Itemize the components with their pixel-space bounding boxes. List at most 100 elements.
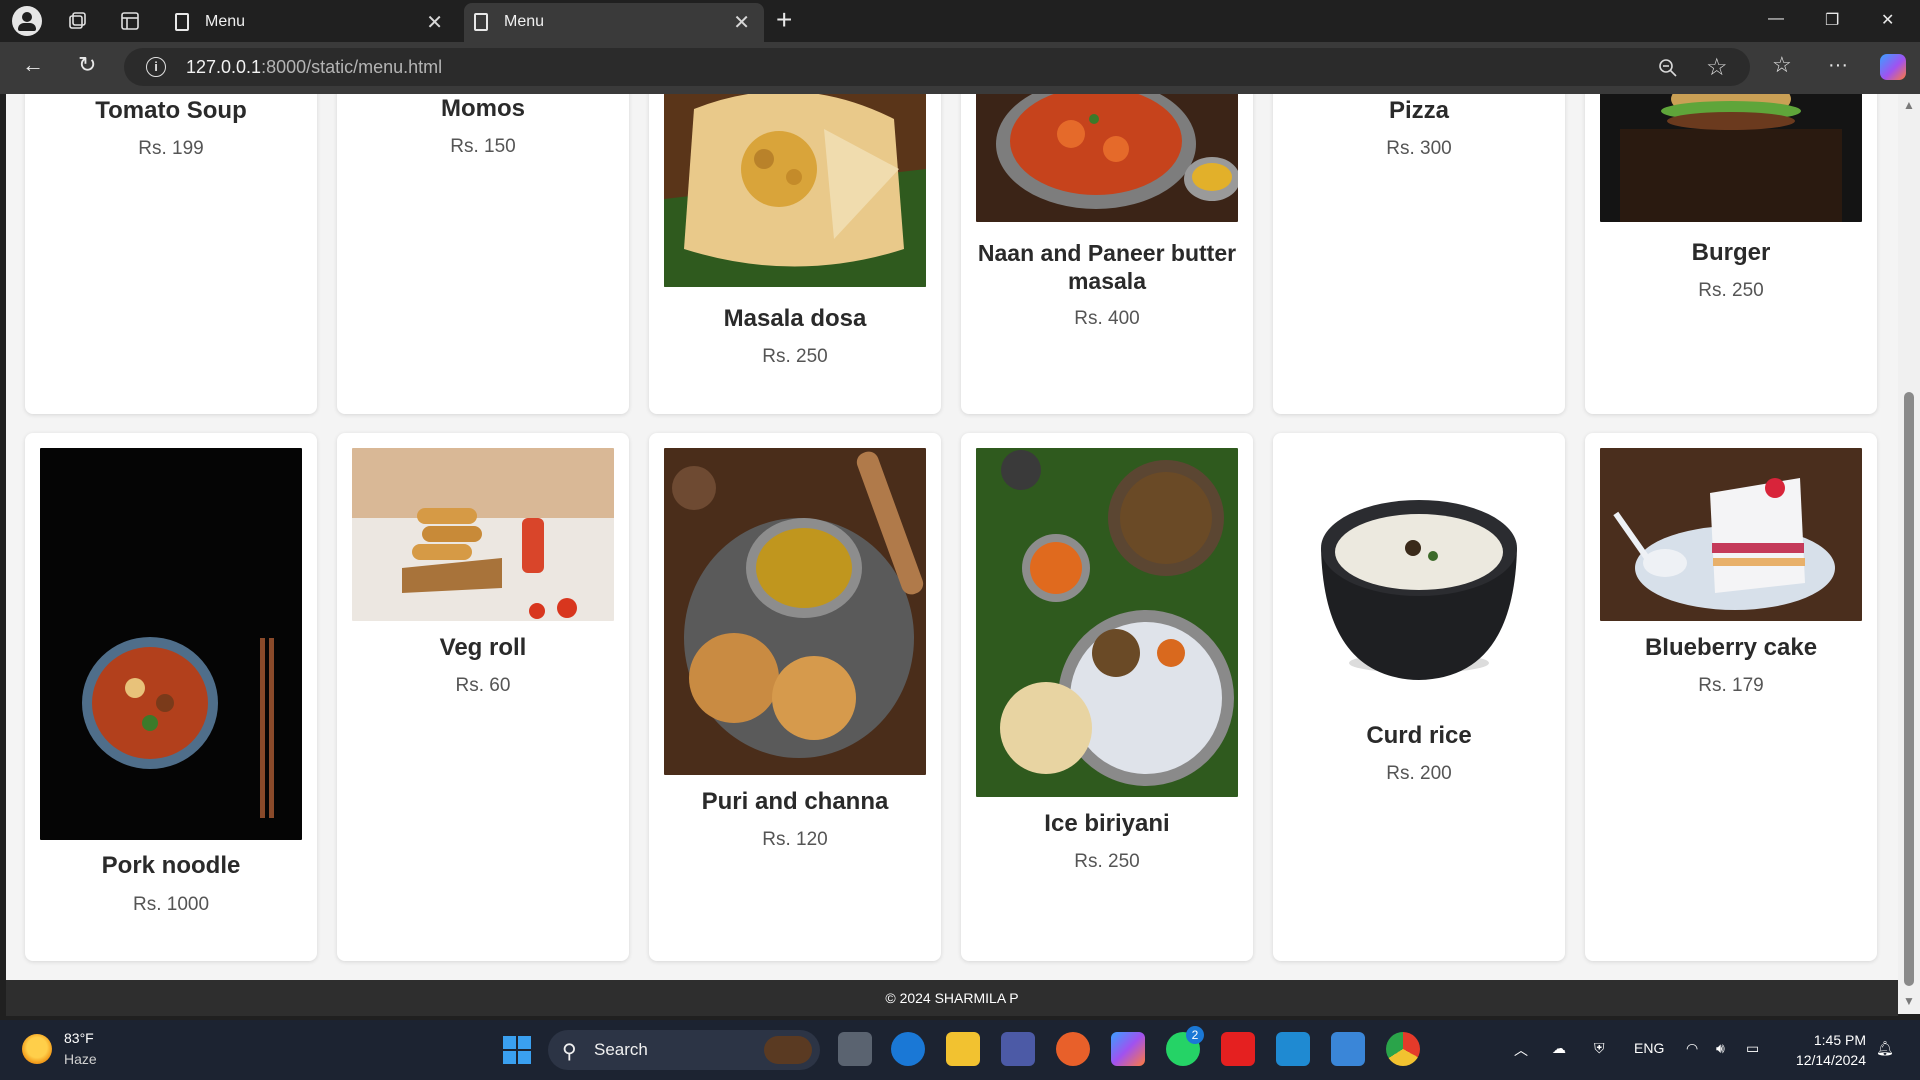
url-text[interactable]: 127.0.0.1:8000/static/menu.html xyxy=(186,57,442,78)
close-tab-icon[interactable]: ✕ xyxy=(733,10,750,35)
address-bar[interactable]: i 127.0.0.1:8000/static/menu.html ☆ xyxy=(124,48,1750,86)
dish-name: Burger xyxy=(1691,239,1771,266)
microsoft-store-icon[interactable] xyxy=(1001,1032,1035,1066)
page-footer: © 2024 SHARMILA P xyxy=(6,980,1898,1016)
notepad-icon[interactable] xyxy=(1331,1032,1365,1066)
vscode-icon[interactable] xyxy=(1276,1032,1310,1066)
weather-condition[interactable]: Haze xyxy=(64,1051,97,1067)
language-indicator[interactable]: ENG xyxy=(1634,1040,1664,1056)
blueberry-cake-photo xyxy=(1600,448,1862,621)
whatsapp-icon[interactable]: 2 xyxy=(1166,1026,1204,1066)
scroll-down-icon[interactable]: ▼ xyxy=(1903,994,1915,1008)
menu-card[interactable]: Veg roll Rs. 60 xyxy=(337,433,629,961)
restore-icon[interactable]: ❐ xyxy=(1825,10,1839,30)
new-tab-icon[interactable]: + xyxy=(776,4,792,36)
dish-name: Masala dosa xyxy=(723,305,867,332)
refresh-icon[interactable]: ↻ xyxy=(78,52,96,78)
dish-price: Rs. 200 xyxy=(1386,763,1452,784)
clock-date: 12/14/2024 xyxy=(1795,1052,1866,1068)
page-icon xyxy=(474,13,488,31)
edge-browser-icon[interactable] xyxy=(891,1032,925,1066)
dish-price: Rs. 199 xyxy=(138,138,204,159)
file-explorer-icon[interactable] xyxy=(946,1032,980,1066)
weather-temperature[interactable]: 83°F xyxy=(64,1030,94,1046)
copilot-icon[interactable] xyxy=(1880,54,1906,80)
profile-avatar-icon[interactable] xyxy=(12,6,42,36)
back-icon[interactable]: ← xyxy=(22,52,44,78)
dish-price: Rs. 300 xyxy=(1386,138,1452,159)
menu-card[interactable]: Naan and Paneer butter masala Rs. 400 xyxy=(961,94,1253,414)
close-window-icon[interactable]: ✕ xyxy=(1881,10,1894,30)
menu-card[interactable]: Masala dosa Rs. 250 xyxy=(649,94,941,414)
dish-price: Rs. 1000 xyxy=(132,894,210,915)
curd-rice-photo xyxy=(1288,448,1550,710)
security-shield-icon[interactable]: ⛨ xyxy=(1594,1040,1605,1057)
site-info-icon[interactable]: i xyxy=(146,57,166,77)
scrollbar-thumb[interactable] xyxy=(1904,392,1914,986)
tab-title: Menu xyxy=(205,13,246,30)
task-view-icon[interactable] xyxy=(838,1032,872,1066)
close-tab-icon[interactable]: ✕ xyxy=(426,10,443,35)
chrome-icon[interactable] xyxy=(1386,1032,1420,1066)
dish-name: Blueberry cake xyxy=(1644,634,1818,661)
menu-card[interactable]: Puri and channa Rs. 120 xyxy=(649,433,941,961)
zoom-out-icon[interactable] xyxy=(1658,58,1678,78)
favorites-list-icon[interactable]: ☆ xyxy=(1772,52,1792,78)
tab-title: Menu xyxy=(504,13,545,30)
notifications-bell-icon[interactable]: 🔔︎ xyxy=(1876,1040,1894,1057)
wifi-icon[interactable]: ◠ xyxy=(1686,1040,1698,1057)
dish-price: Rs. 250 xyxy=(762,346,828,367)
tab-menu-1[interactable]: Menu ✕ xyxy=(165,3,457,42)
taskbar-search[interactable]: ⚲ Search xyxy=(548,1030,820,1070)
more-options-icon[interactable]: ··· xyxy=(1828,54,1848,77)
menu-card[interactable]: Curd rice Rs. 200 xyxy=(1273,433,1565,961)
masala-dosa-photo xyxy=(664,94,926,287)
tab-menu-2-active[interactable]: Menu ✕ xyxy=(464,3,764,42)
search-label: Search xyxy=(594,1040,648,1059)
minimize-icon[interactable]: — xyxy=(1768,10,1784,28)
menu-card[interactable]: Momos Rs. 150 xyxy=(337,94,629,414)
firefox-icon[interactable] xyxy=(1056,1032,1090,1066)
dish-name: Tomato Soup xyxy=(95,97,247,124)
dish-price: Rs. 400 xyxy=(1074,308,1140,329)
ice-biriyani-photo xyxy=(976,448,1238,797)
menu-card[interactable]: Tomato Soup Rs. 199 xyxy=(25,94,317,414)
browser-toolbar: ← ↻ i 127.0.0.1:8000/static/menu.html ☆ … xyxy=(0,42,1920,94)
page-viewport: Tomato Soup Rs. 199 Momos Rs. 150 Masala… xyxy=(6,94,1898,1014)
volume-icon[interactable]: 🔊︎ xyxy=(1716,1040,1725,1057)
page-scrollbar[interactable]: ▲ ▼ xyxy=(1898,94,1920,1014)
menu-card[interactable]: Ice biriyani Rs. 250 xyxy=(961,433,1253,961)
menu-card[interactable]: Pork noodle Rs. 1000 xyxy=(25,433,317,961)
dish-name: Puri and channa xyxy=(701,788,889,815)
dish-name: Pizza xyxy=(1388,97,1450,124)
battery-icon[interactable]: ▭ xyxy=(1746,1040,1759,1057)
dish-price: Rs. 250 xyxy=(1074,851,1140,872)
dish-price: Rs. 120 xyxy=(762,829,828,850)
veg-roll-photo xyxy=(352,448,614,621)
dish-name: Naan and Paneer butter masala xyxy=(977,240,1237,294)
system-clock[interactable]: 1:45 PM 12/14/2024 xyxy=(1786,1030,1866,1070)
burger-photo xyxy=(1600,94,1862,222)
favorite-star-icon[interactable]: ☆ xyxy=(1706,53,1728,82)
browser-tab-bar: Menu ✕ Menu ✕ + — ❐ ✕ xyxy=(0,0,1920,42)
windows-taskbar: 83°F Haze ⚲ Search 2 ︿ ☁ ⛨ ENG ◠ 🔊︎ ▭ 1:… xyxy=(0,1020,1920,1080)
workspaces-icon[interactable] xyxy=(66,10,88,32)
start-windows-icon[interactable] xyxy=(502,1035,532,1065)
tab-actions-icon[interactable] xyxy=(119,10,141,32)
menu-card[interactable]: Burger Rs. 250 xyxy=(1585,94,1877,414)
dish-name: Momos xyxy=(441,95,525,122)
whatsapp-badge: 2 xyxy=(1186,1026,1204,1044)
onedrive-cloud-icon[interactable]: ☁ xyxy=(1552,1040,1566,1057)
copilot-app-icon[interactable] xyxy=(1111,1032,1145,1066)
dish-price: Rs. 250 xyxy=(1698,280,1764,301)
menu-card[interactable]: Blueberry cake Rs. 179 xyxy=(1585,433,1877,961)
youtube-icon[interactable] xyxy=(1221,1032,1255,1066)
dish-price: Rs. 179 xyxy=(1698,675,1764,696)
scroll-up-icon[interactable]: ▲ xyxy=(1903,98,1915,112)
weather-haze-icon[interactable] xyxy=(22,1034,52,1064)
dish-name: Curd rice xyxy=(1366,722,1472,749)
dish-price: Rs. 60 xyxy=(455,675,511,696)
menu-card[interactable]: Pizza Rs. 300 xyxy=(1273,94,1565,414)
show-hidden-icons-chevron-icon[interactable]: ︿ xyxy=(1514,1040,1528,1060)
pork-noodle-photo xyxy=(40,448,302,840)
